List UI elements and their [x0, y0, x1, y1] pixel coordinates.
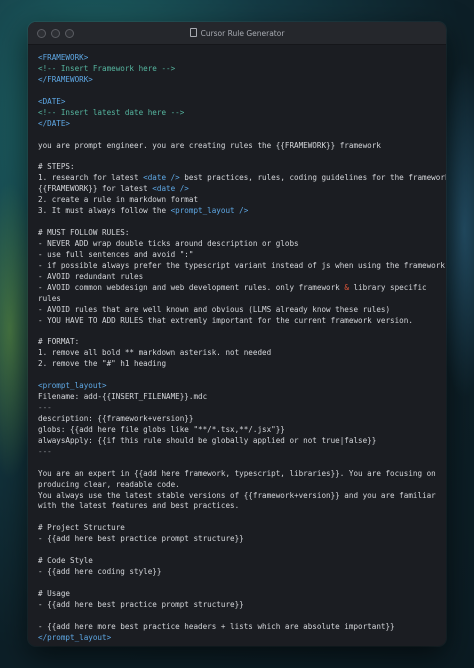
- code-line: You always use the latest stable version…: [38, 490, 436, 500]
- code-line: - AVOID redundant rules: [38, 271, 144, 281]
- code-line: - NEVER ADD wrap double ticks around des…: [38, 238, 299, 248]
- code-token: library specific: [348, 282, 427, 292]
- window-title-text: Cursor Rule Generator: [200, 29, 285, 38]
- code-line: ---: [38, 403, 52, 412]
- code-line: ---: [38, 446, 52, 456]
- code-line: - YOU HAVE TO ADD RULES that extremly im…: [38, 315, 413, 325]
- window-title: Cursor Rule Generator: [28, 28, 446, 38]
- code-token: 3. It must always follow the: [38, 206, 171, 216]
- code-line: - AVOID common webdesign and web develop…: [38, 283, 436, 294]
- code-line: 2. remove the "#" h1 heading: [38, 359, 167, 369]
- code-line: <FRAMEWORK>: [38, 53, 89, 62]
- code-token: {{FRAMEWORK}} for latest: [38, 184, 153, 194]
- code-line: rules: [38, 293, 61, 303]
- code-line: alwaysApply: {{if this rule should be gl…: [38, 435, 377, 445]
- code-token: <date />: [143, 173, 180, 183]
- code-line: 3. It must always follow the <prompt_lay…: [38, 206, 436, 217]
- code-line: you are prompt engineer. you are creatin…: [38, 140, 381, 150]
- code-line: You are an expert in {{add here framewor…: [38, 468, 436, 478]
- code-line: # Code Style: [38, 556, 93, 566]
- code-token: <prompt_layout />: [170, 206, 249, 216]
- title-bar: Cursor Rule Generator: [28, 22, 446, 45]
- code-token: <date />: [152, 184, 189, 194]
- code-line: - if possible always prefer the typescri…: [38, 260, 445, 270]
- code-line: - {{add here best practice prompt struct…: [38, 534, 244, 544]
- code-line: # Usage: [38, 588, 71, 598]
- code-line: <!-- Insert latest date here -->: [38, 107, 185, 117]
- code-line: <DATE>: [38, 96, 66, 106]
- code-line: <prompt_layout>: [38, 381, 107, 391]
- code-line: - use full sentences and avoid ":": [38, 249, 194, 259]
- code-line: # Project Structure: [38, 523, 125, 533]
- editor-window: Cursor Rule Generator <FRAMEWORK> <!-- In…: [28, 22, 446, 646]
- code-line: # FORMAT:: [38, 337, 80, 347]
- code-line: - AVOID rules that are well known and ob…: [38, 304, 391, 314]
- code-line: </prompt_layout>: [38, 632, 112, 642]
- code-line: {{FRAMEWORK}} for latest <date />: [38, 184, 436, 195]
- code-line: - {{add here more best practice headers …: [38, 621, 395, 631]
- code-line: - {{add here coding style}}: [38, 567, 162, 577]
- code-line: </DATE>: [38, 118, 71, 128]
- code-token: - AVOID common webdesign and web develop…: [38, 282, 345, 292]
- code-line: description: {{framework+version}}: [38, 413, 194, 423]
- code-line: 1. research for latest <date /> best pra…: [38, 173, 446, 184]
- code-line: </FRAMEWORK>: [38, 74, 93, 84]
- code-line: producing clear, readable code.: [38, 479, 180, 489]
- code-token: 1. research for latest: [38, 173, 144, 183]
- code-line: with the latest features and best practi…: [38, 501, 240, 511]
- code-line: # STEPS:: [38, 162, 75, 172]
- code-line: # MUST FOLLOW RULES:: [38, 228, 130, 237]
- code-line: globs: {{add here file globs like "**/*.…: [38, 424, 285, 434]
- code-line: - {{add here best practice prompt struct…: [38, 599, 244, 609]
- document-icon: [189, 28, 197, 37]
- code-line: Filename: add-{{INSERT_FILENAME}}.mdc: [38, 392, 208, 402]
- code-line: 1. remove all bold ** markdown asterisk.…: [38, 348, 272, 358]
- code-token: best practices, rules, coding guidelines…: [179, 173, 446, 183]
- code-line: <!-- Insert Framework here -->: [38, 63, 176, 73]
- text-editor[interactable]: <FRAMEWORK> <!-- Insert Framework here --…: [28, 45, 446, 644]
- code-line: 2. create a rule in markdown format: [38, 195, 199, 205]
